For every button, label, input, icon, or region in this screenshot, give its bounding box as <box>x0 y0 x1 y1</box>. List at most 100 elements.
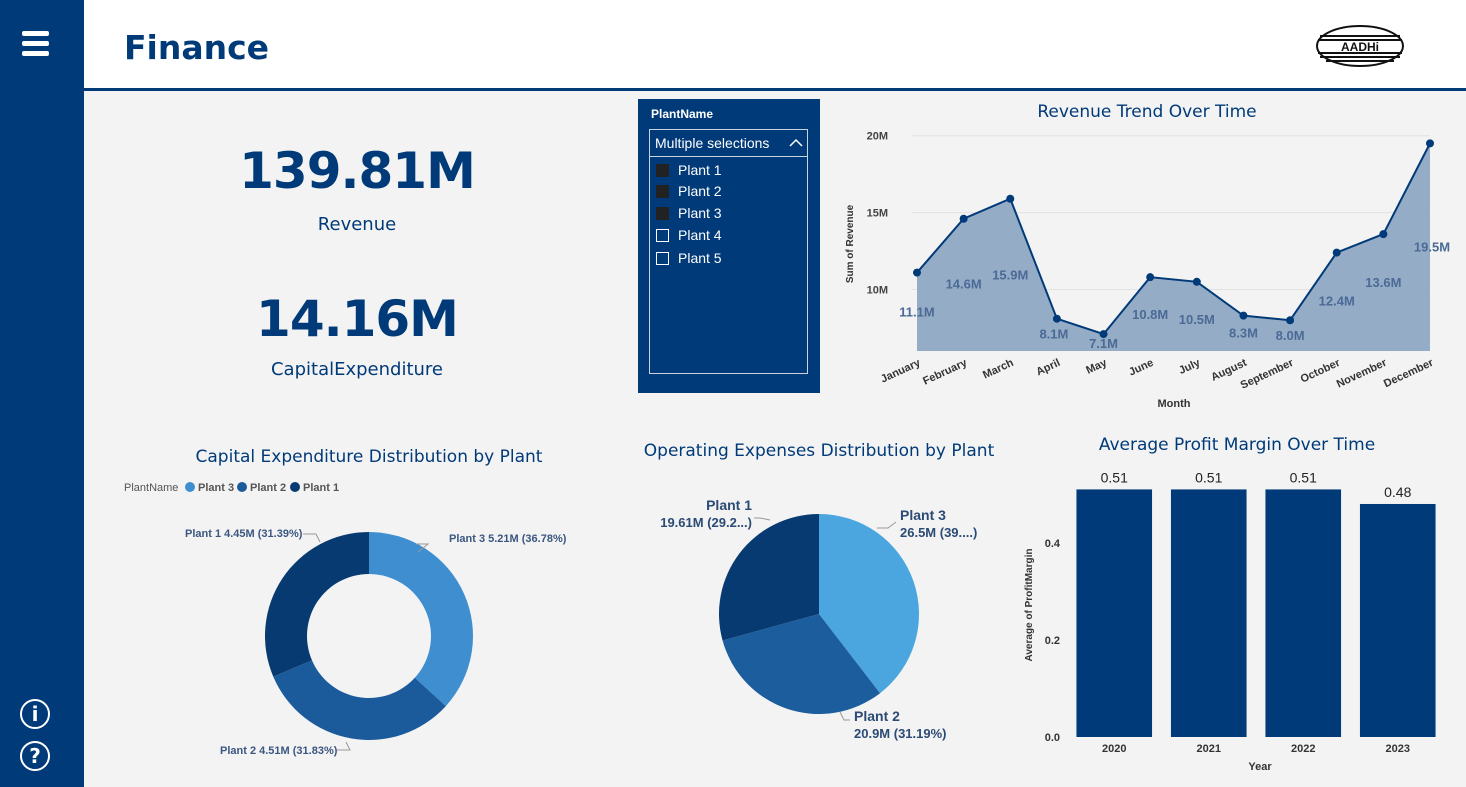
data-label: 10.5M <box>1179 312 1215 327</box>
logo-text: AADHi <box>1341 40 1379 54</box>
x-tick-label: June <box>1127 357 1155 379</box>
x-axis-label: Month <box>1158 398 1191 410</box>
data-point <box>1286 316 1295 325</box>
info-icon[interactable]: i <box>20 699 50 729</box>
slicer-item-plant-5[interactable]: Plant 5 <box>656 248 722 268</box>
leader-line <box>839 711 850 721</box>
x-tick-label: 2022 <box>1291 743 1315 755</box>
page-title: Finance <box>124 28 270 67</box>
legend-marker <box>185 482 195 492</box>
help-icon[interactable]: ? <box>20 741 50 771</box>
data-point <box>1006 194 1015 203</box>
slicer-selected-value: Multiple selections <box>655 135 770 151</box>
legend-item: Plant 1 <box>303 482 339 494</box>
x-tick-label: January <box>879 356 923 385</box>
leader-line <box>877 521 897 529</box>
x-tick-label: December <box>1382 357 1436 391</box>
data-point <box>1192 277 1201 286</box>
data-label: 10.8M <box>1132 307 1168 322</box>
data-label: 19.61M (29.2...) <box>660 515 752 530</box>
slicer-dropdown[interactable]: Multiple selections <box>649 129 808 157</box>
slicer-item-label: Plant 1 <box>678 162 722 178</box>
capex-kpi-value: 14.16M <box>256 290 459 348</box>
y-tick-label: 20M <box>867 131 888 143</box>
x-tick-label: 2020 <box>1102 743 1126 755</box>
y-tick-label: 15M <box>867 208 888 220</box>
y-tick-label: 0.0 <box>1045 732 1060 744</box>
chevron-up-icon[interactable] <box>789 138 803 148</box>
company-logo: AADHi <box>1278 10 1442 83</box>
x-tick-label: April <box>1034 357 1062 378</box>
revenue-kpi-value: 139.81M <box>239 142 476 200</box>
data-point <box>1332 248 1341 257</box>
slicer-item-plant-3[interactable]: Plant 3 <box>656 203 722 223</box>
legend-item: Plant 2 <box>250 482 286 494</box>
slicer-title: PlantName <box>651 107 714 121</box>
slicer-list: Plant 1 Plant 2 Plant 3 Plant 4 Plant 5 <box>649 157 808 374</box>
bar <box>1265 489 1342 737</box>
data-point <box>1146 273 1155 282</box>
data-label: 0.51 <box>1195 469 1222 485</box>
legend-item: Plant 3 <box>198 482 234 494</box>
x-tick-label: May <box>1084 356 1109 376</box>
capex-kpi-label: CapitalExpenditure <box>270 359 444 380</box>
y-tick-label: 0.2 <box>1045 635 1060 647</box>
capex-chart-title: Capital Expenditure Distribution by Plan… <box>195 447 543 467</box>
leader-line <box>337 741 351 751</box>
x-tick-label: 2021 <box>1197 743 1221 755</box>
slicer-item-plant-4[interactable]: Plant 4 <box>656 225 722 245</box>
checkbox[interactable] <box>656 228 669 242</box>
legend-title: PlantName <box>124 482 178 494</box>
hamburger-menu-icon[interactable] <box>22 30 49 58</box>
slicer-item-label: Plant 5 <box>678 250 722 266</box>
leader-line <box>754 517 771 521</box>
x-tick-label: March <box>981 357 1016 382</box>
revenue-trend-chart: 10M 15M 20M 11.1M 14.6M 15.9M 8.1M 7.1M 10.8M 10.… <box>845 131 1450 410</box>
data-label: 11.1M <box>899 305 934 320</box>
data-point <box>959 214 968 223</box>
checkbox[interactable] <box>656 206 669 220</box>
x-tick-label: February <box>921 356 970 387</box>
y-axis-label: Average of ProfitMargin <box>1024 549 1035 662</box>
data-point <box>1239 311 1248 320</box>
x-tick-label: November <box>1335 357 1389 391</box>
leader-line <box>303 533 321 543</box>
revenue-kpi-label: Revenue <box>317 214 397 235</box>
legend-marker <box>237 482 247 492</box>
donut-slice <box>369 532 473 707</box>
data-point <box>1426 139 1434 148</box>
profit-margin-title: Average Profit Margin Over Time <box>1098 435 1376 455</box>
data-label: 0.48 <box>1384 484 1411 500</box>
slicer-item-plant-2[interactable]: Plant 2 <box>656 181 722 201</box>
checkbox[interactable] <box>656 184 669 198</box>
sidebar: i ? <box>0 0 84 787</box>
data-label: 19.5M <box>1414 239 1450 254</box>
checkbox[interactable] <box>656 251 669 265</box>
data-label: 8.3M <box>1229 326 1258 341</box>
aadhi-logo-graphic: AADHi <box>1316 25 1404 67</box>
y-tick-label: 10M <box>867 284 888 296</box>
slicer-item-plant-1[interactable]: Plant 1 <box>656 160 722 180</box>
revenue-trend-title: Revenue Trend Over Time <box>1037 102 1257 122</box>
data-point <box>1379 230 1388 239</box>
legend-marker <box>290 482 300 492</box>
data-label: 14.6M <box>946 277 982 292</box>
checkbox[interactable] <box>656 163 669 177</box>
opex-pie-chart: Plant 3 26.5M (39....) Plant 2 20.9M (31.19… <box>660 497 977 741</box>
data-label: 20.9M (31.19%) <box>854 726 947 741</box>
profit-margin-bar-chart: 0.0 0.2 0.4 0.51 2020 0.51 2021 0.51 2022 0.48 202… <box>1024 469 1436 773</box>
data-point <box>913 268 921 277</box>
data-label: 8.0M <box>1276 328 1305 343</box>
slicer-item-label: Plant 3 <box>678 205 722 221</box>
data-label: Plant 1 4.45M (31.39%) <box>185 528 303 540</box>
data-label: 13.6M <box>1365 275 1401 290</box>
data-label: 12.4M <box>1319 294 1355 309</box>
y-axis-label: Sum of Revenue <box>845 204 856 283</box>
x-tick-label: 2023 <box>1386 743 1410 755</box>
capex-donut-chart: PlantName Plant 3 Plant 2 Plant 1 Plant 3 5.… <box>124 482 567 757</box>
data-label: Plant 3 <box>900 507 946 523</box>
donut-slice <box>265 532 369 677</box>
y-tick-label: 0.4 <box>1045 538 1061 550</box>
data-label: 0.51 <box>1290 469 1317 485</box>
data-label: Plant 1 <box>706 497 752 513</box>
